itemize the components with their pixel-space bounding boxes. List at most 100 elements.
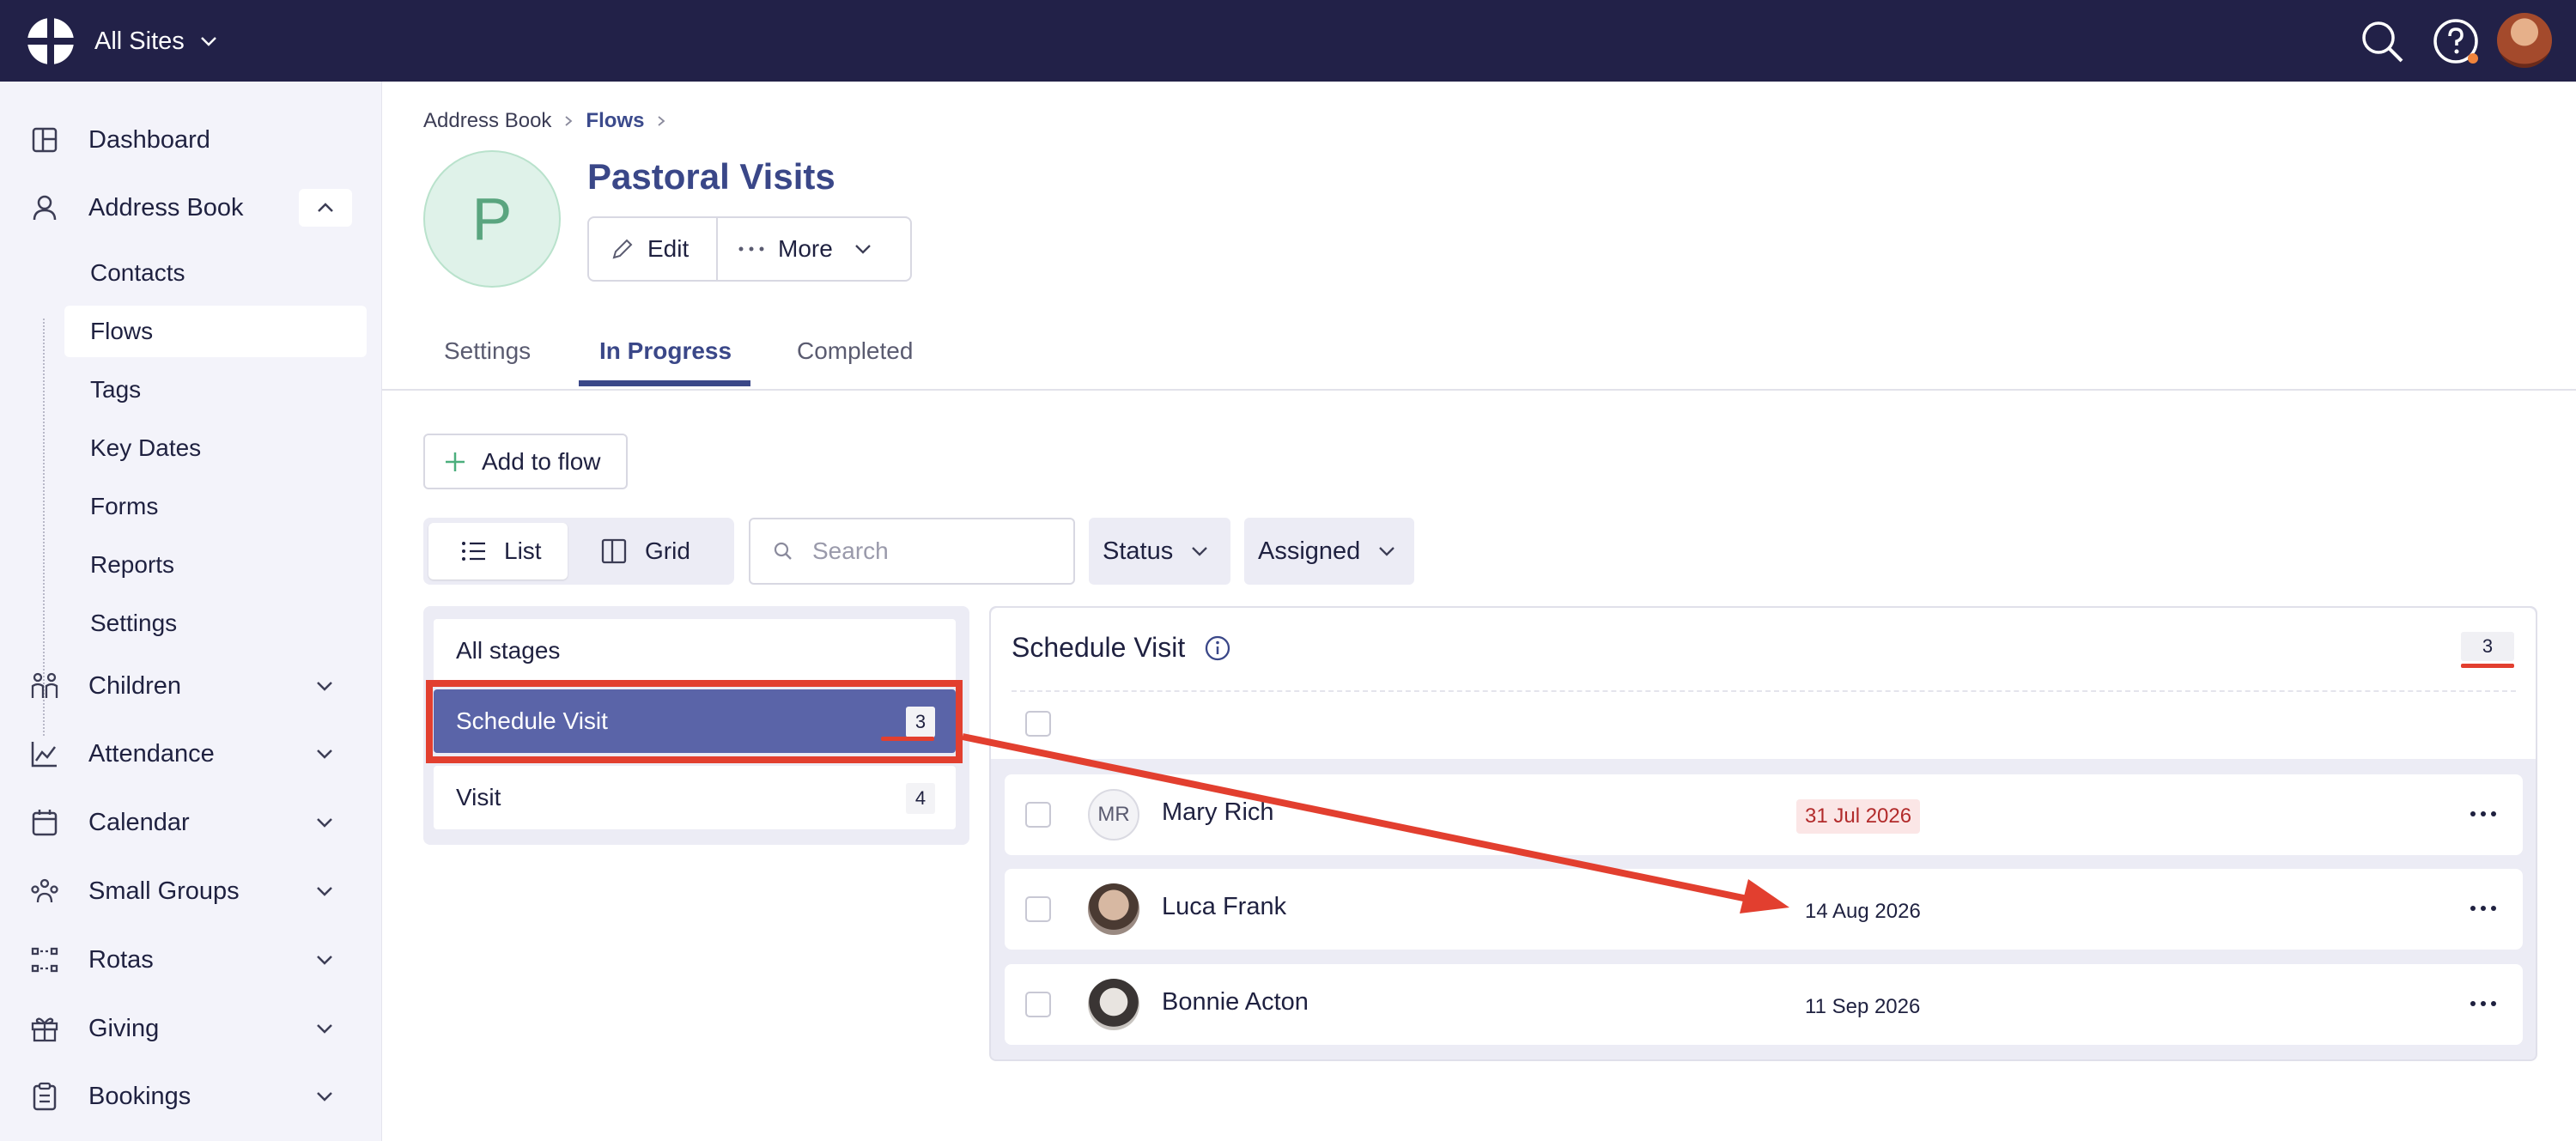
- flow-actions: Edit More: [587, 216, 912, 282]
- ellipsis-icon[interactable]: [2466, 900, 2500, 917]
- stage-all[interactable]: All stages: [434, 619, 956, 683]
- chevron-down-icon: [317, 887, 332, 896]
- plus-icon: [446, 452, 465, 471]
- ellipsis-icon: [738, 246, 764, 252]
- flow-avatar: P: [423, 150, 561, 288]
- table-row[interactable]: Luca Frank 14 Aug 2026: [1005, 869, 2523, 950]
- sidebar-item-label: Calendar: [88, 808, 190, 836]
- select-all-checkbox[interactable]: [1025, 711, 1051, 737]
- list-title: Schedule Visit: [1012, 632, 1231, 664]
- info-icon[interactable]: [1204, 634, 1231, 662]
- search-input[interactable]: [812, 537, 1053, 565]
- stage-label: All stages: [456, 637, 561, 664]
- annotation-underline: [2461, 664, 2514, 668]
- sidebar-item-label: Children: [88, 671, 181, 700]
- sidebar-sub-forms[interactable]: Forms: [64, 481, 367, 532]
- active-tab-indicator: [579, 380, 750, 386]
- search-icon[interactable]: [2356, 15, 2408, 67]
- sidebar-item-label: Dashboard: [88, 125, 210, 154]
- ellipsis-icon[interactable]: [2466, 995, 2500, 1012]
- due-date: 11 Sep 2026: [1805, 995, 1921, 1018]
- chevron-up-icon: [318, 203, 333, 212]
- status-filter-label: Status: [1103, 537, 1174, 565]
- sidebar-item-label: Giving: [88, 1014, 160, 1042]
- sidebar-item-rotas[interactable]: Rotas: [0, 934, 382, 986]
- more-button-label: More: [778, 235, 833, 262]
- breadcrumb-current[interactable]: Flows: [586, 109, 644, 133]
- sidebar-item-address-book[interactable]: Address Book: [0, 182, 382, 234]
- stage-visit[interactable]: Visit 4: [434, 766, 956, 829]
- list-icon: [462, 542, 485, 561]
- sidebar-item-giving[interactable]: Giving: [0, 1003, 382, 1054]
- chevron-down-icon: [854, 245, 871, 254]
- list-view-label: List: [504, 537, 542, 564]
- sidebar: Dashboard Address Book Contacts Flows Ta…: [0, 82, 382, 1141]
- children-icon: [31, 672, 58, 698]
- chevron-down-icon: [1192, 547, 1208, 556]
- breadcrumb: Address Book Flows: [423, 109, 678, 133]
- chevron-down-icon: [317, 818, 332, 828]
- add-to-flow-button[interactable]: Add to flow: [423, 434, 628, 489]
- sidebar-item-calendar[interactable]: Calendar: [0, 797, 382, 848]
- contact-name[interactable]: Luca Frank: [1162, 893, 1286, 921]
- row-checkbox[interactable]: [1025, 802, 1051, 828]
- sidebar-item-attendance[interactable]: Attendance: [0, 728, 382, 780]
- sidebar-item-label: Address Book: [88, 193, 244, 222]
- collapse-address-book-button[interactable]: [299, 189, 352, 227]
- list-title-label: Schedule Visit: [1012, 632, 1186, 663]
- user-avatar[interactable]: [2497, 13, 2552, 68]
- add-to-flow-label: Add to flow: [482, 447, 601, 475]
- site-switcher[interactable]: All Sites: [94, 22, 221, 60]
- edit-button[interactable]: Edit: [589, 218, 718, 280]
- help-icon[interactable]: [2430, 15, 2482, 67]
- grid-view-button[interactable]: Grid: [578, 523, 724, 580]
- contact-name[interactable]: Bonnie Acton: [1162, 988, 1309, 1017]
- list-view-button[interactable]: List: [428, 523, 568, 580]
- chevron-down-icon: [317, 956, 332, 965]
- sidebar-sub-key-dates[interactable]: Key Dates: [64, 422, 367, 474]
- ellipsis-icon[interactable]: [2466, 805, 2500, 822]
- contact-name[interactable]: Mary Rich: [1162, 798, 1274, 827]
- sidebar-item-label: Bookings: [88, 1082, 191, 1110]
- sidebar-sub-reports[interactable]: Reports: [64, 539, 367, 591]
- page-title: Pastoral Visits: [587, 156, 835, 197]
- due-date: 31 Jul 2026: [1796, 799, 1921, 834]
- sidebar-item-label: Rotas: [88, 945, 154, 974]
- church-logo-icon[interactable]: [26, 16, 76, 66]
- status-filter[interactable]: Status: [1089, 518, 1230, 585]
- pencil-icon: [612, 239, 633, 259]
- search-box: [749, 518, 1075, 585]
- rota-icon: [31, 947, 58, 973]
- edit-button-label: Edit: [647, 235, 690, 262]
- tab-completed[interactable]: Completed: [797, 331, 913, 391]
- sidebar-item-small-groups[interactable]: Small Groups: [0, 865, 382, 917]
- tab-settings[interactable]: Settings: [444, 331, 531, 391]
- sidebar-item-children[interactable]: Children: [0, 660, 382, 712]
- calendar-icon: [32, 810, 58, 836]
- sidebar-item-dashboard[interactable]: Dashboard: [0, 114, 382, 166]
- row-checkbox[interactable]: [1025, 896, 1051, 922]
- sidebar-item-bookings[interactable]: Bookings: [0, 1071, 382, 1122]
- group-icon: [31, 878, 58, 903]
- breadcrumb-root[interactable]: Address Book: [423, 109, 551, 133]
- chart-icon: [31, 742, 57, 768]
- table-row[interactable]: Bonnie Acton 11 Sep 2026: [1005, 964, 2523, 1045]
- sidebar-sub-tags[interactable]: Tags: [64, 364, 367, 416]
- sidebar-sub-contacts[interactable]: Contacts: [64, 247, 367, 299]
- assigned-filter[interactable]: Assigned: [1244, 518, 1414, 585]
- dashboard-icon: [32, 127, 58, 153]
- sidebar-sub-settings[interactable]: Settings: [64, 598, 367, 649]
- assigned-filter-label: Assigned: [1258, 537, 1361, 565]
- more-button[interactable]: More: [718, 218, 910, 280]
- grid-view-label: Grid: [645, 537, 690, 564]
- list-count: 3: [2461, 632, 2514, 661]
- sidebar-item-label: Small Groups: [88, 877, 240, 905]
- annotation-highlight-box: [426, 680, 963, 763]
- stage-count: 4: [906, 783, 935, 814]
- table-row[interactable]: MR Mary Rich 31 Jul 2026: [1005, 774, 2523, 855]
- row-checkbox[interactable]: [1025, 992, 1051, 1017]
- avatar: [1088, 979, 1139, 1030]
- due-date: 14 Aug 2026: [1805, 900, 1921, 923]
- divider: [1012, 690, 2516, 692]
- sidebar-sub-flows[interactable]: Flows: [64, 306, 367, 357]
